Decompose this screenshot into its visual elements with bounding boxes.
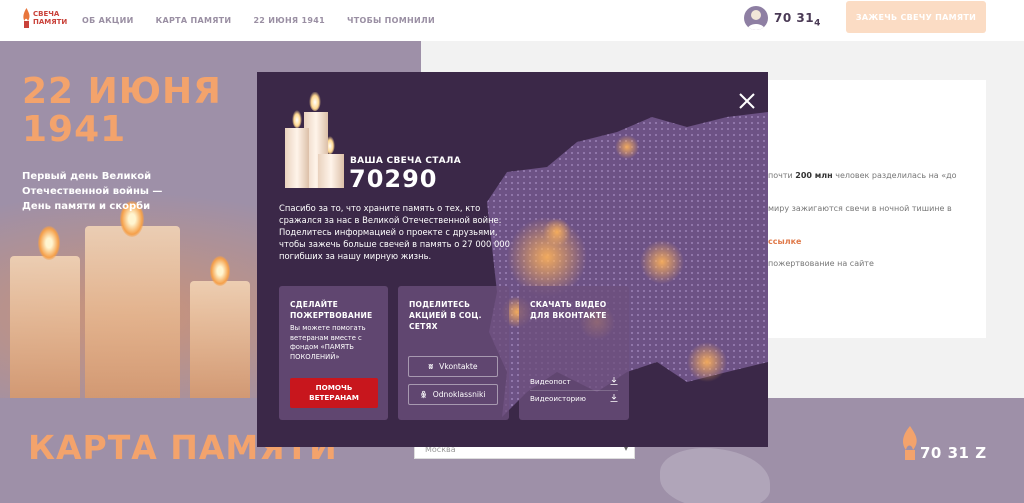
download-card: Скачать видео для вконтакте Видеопост Ви… — [519, 286, 629, 420]
donate-card: Сделайте пожертвование Вы можете помогат… — [279, 286, 388, 420]
hero-subtitle: Первый день Великой Отечественной войны … — [22, 171, 163, 212]
donate-card-title: Сделайте пожертвование — [290, 300, 373, 320]
info-text-bold: 200 млн — [795, 171, 833, 180]
site-logo[interactable]: Свеча памяти — [22, 8, 67, 28]
info-text-line: миру зажигаются свечи в ночной тишине в — [768, 204, 952, 213]
candle-decor — [10, 256, 80, 398]
main-nav: Об акции Карта памяти 22 июня 1941 Чтобы… — [82, 0, 435, 41]
light-candle-button[interactable]: Зажечь свечу памяти — [846, 1, 986, 33]
download-icon — [610, 394, 618, 402]
bottom-candle-counter: 70 31 Z — [920, 444, 987, 462]
avatar — [744, 6, 768, 30]
flame-decor — [38, 226, 60, 260]
download-icon — [610, 377, 618, 385]
nav-item-map[interactable]: Карта памяти — [156, 16, 232, 25]
candles-illustration — [285, 92, 344, 188]
info-text-prefix: почти — [768, 171, 793, 180]
download-videostory-label: Видеоисторию — [530, 393, 586, 403]
bottom-candle-counter-value: 70 31 — [920, 444, 970, 462]
nav-item-remember[interactable]: Чтобы помнили — [347, 16, 435, 25]
candle-decor — [85, 226, 180, 398]
donate-card-body: Вы можете помогать ветеранам вместе с фо… — [290, 324, 366, 361]
odnoklassniki-label: Odnoklassniki — [432, 390, 486, 399]
help-veterans-button[interactable]: Помочь ветеранам — [290, 378, 378, 408]
info-text-suffix: человек разделилась на «до — [835, 171, 957, 180]
ok-icon: ꆜ — [420, 391, 427, 400]
download-videopost[interactable]: Видеопост — [530, 374, 618, 388]
map-preview — [660, 448, 770, 503]
odnoklassniki-button[interactable]: ꆜ Odnoklassniki — [408, 384, 498, 405]
flame-decor — [210, 256, 230, 286]
candle-number: 70290 — [349, 165, 438, 193]
vk-icon: ʬ — [428, 362, 434, 371]
nav-item-about[interactable]: Об акции — [82, 16, 134, 25]
download-videostory[interactable]: Видеоисторию — [530, 391, 618, 405]
info-link[interactable]: ссылке — [768, 237, 801, 246]
share-card: Поделитесь акцией в соц. сетях ʬ Vkontak… — [398, 286, 509, 420]
share-card-title: Поделитесь акцией в соц. сетях — [409, 300, 482, 331]
logo-text: Свеча памяти — [33, 10, 68, 26]
vkontakte-label: Vkontakte — [439, 362, 478, 371]
vkontakte-button[interactable]: ʬ Vkontakte — [408, 356, 498, 377]
flame-icon — [903, 426, 917, 460]
candle-modal: Ваша свеча стала 70290 Спасибо за то, чт… — [257, 72, 768, 447]
candle-counter-value: 70 31 — [774, 11, 815, 25]
nav-item-june-22[interactable]: 22 июня 1941 — [253, 16, 325, 25]
hero-title: 22 ИЮНЯ 1941 — [22, 71, 222, 150]
info-text-line: пожертвование на сайте — [768, 259, 874, 268]
close-icon[interactable] — [737, 91, 757, 111]
person-icon — [747, 10, 765, 30]
site-header: Свеча памяти Об акции Карта памяти 22 ию… — [0, 0, 1024, 41]
info-text-line: почти 200 млн человек разделилась на «до — [768, 171, 957, 180]
candle-counter: 70 314 — [774, 11, 821, 28]
candle-decor — [190, 281, 250, 398]
flame-icon — [23, 8, 30, 28]
download-card-title: Скачать видео для вконтакте — [530, 300, 607, 320]
candle-counter-rolling-digit: 4 — [814, 18, 821, 29]
download-videopost-label: Видеопост — [530, 376, 571, 386]
thank-you-text: Спасибо за то, что храните память о тех,… — [279, 203, 510, 261]
bottom-candle-counter-rolling-digit: Z — [975, 444, 987, 462]
